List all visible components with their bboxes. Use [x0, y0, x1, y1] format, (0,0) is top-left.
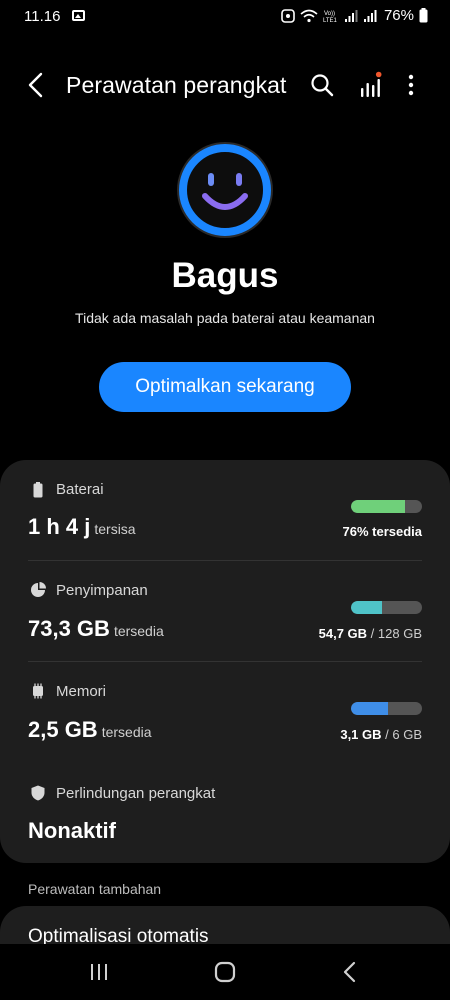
svg-text:Vo)): Vo)): [324, 11, 335, 17]
recent-apps-icon[interactable]: [89, 962, 109, 982]
stats-icon[interactable]: [357, 71, 385, 99]
search-icon[interactable]: [309, 72, 335, 98]
protection-label: Perlindungan perangkat: [56, 785, 216, 802]
memory-chip-icon: [33, 683, 43, 699]
battery-time: 1 h 4 j: [28, 514, 91, 539]
memory-available: 2,5 GB: [28, 717, 98, 742]
pie-chart-icon: [31, 582, 46, 597]
wifi-icon: [300, 9, 318, 22]
battery-row[interactable]: Baterai 1 h 4 j tersisa 76% tersedia: [0, 460, 450, 560]
status-description: Tidak ada masalah pada baterai atau keam…: [75, 310, 375, 326]
storage-detail: 54,7 GB / 128 GB: [319, 626, 422, 641]
storage-unit: tersedia: [113, 623, 164, 639]
storage-label: Penyimpanan: [56, 582, 148, 599]
protection-value: Nonaktif: [28, 818, 116, 843]
device-protection-row[interactable]: Perlindungan perangkat Nonaktif: [0, 763, 450, 863]
memory-progress-fill: [351, 702, 388, 715]
storage-row[interactable]: Penyimpanan 73,3 GB tersedia 54,7 GB / 12…: [0, 561, 450, 661]
app-bar: Perawatan perangkat: [0, 60, 450, 110]
more-options-icon[interactable]: [400, 72, 422, 98]
battery-unit: tersisa: [94, 521, 136, 537]
signal-sim2-icon: [363, 9, 377, 22]
svg-text:LTE1: LTE1: [323, 18, 338, 23]
nav-back-icon[interactable]: [340, 961, 360, 983]
storage-sep: /: [367, 626, 378, 641]
memory-detail: 3,1 GB / 6 GB: [340, 727, 422, 742]
battery-icon: [33, 482, 43, 498]
shield-icon: [31, 785, 45, 801]
status-heading: Bagus: [171, 256, 279, 295]
gallery-notification-icon: [72, 10, 85, 21]
memory-label: Memori: [56, 683, 107, 700]
battery-detail: 76% tersedia: [342, 524, 423, 539]
memory-row[interactable]: Memori 2,5 GB tersedia 3,1 GB / 6 GB: [0, 662, 450, 762]
battery-progress-bar: [351, 500, 422, 513]
status-icons: Vo)) LTE1 76%: [281, 7, 428, 24]
volte-icon: Vo)) LTE1: [323, 11, 338, 23]
storage-progress-bar: [351, 601, 422, 614]
status-bar: 11.16 Vo)) LTE1 76%: [0, 0, 450, 34]
page-title: Perawatan perangkat: [66, 72, 287, 98]
storage-used: 54,7 GB: [318, 626, 368, 641]
device-care-card: Baterai 1 h 4 j tersisa 76% tersedia Peny…: [0, 460, 450, 863]
data-saver-icon: [281, 8, 295, 23]
smiley-face-icon: [177, 142, 273, 238]
battery-value: 1 h 4 j tersisa: [28, 514, 136, 540]
storage-value: 73,3 GB tersedia: [28, 616, 164, 642]
storage-total: 128 GB: [377, 626, 422, 641]
battery-icon: [419, 8, 428, 23]
battery-progress-fill: [351, 500, 405, 513]
memory-used: 3,1 GB: [340, 727, 382, 742]
memory-sep: /: [381, 727, 393, 742]
section-label-additional-care: Perawatan tambahan: [28, 881, 162, 897]
navigation-bar: [0, 944, 450, 1000]
notification-dot: [375, 71, 382, 78]
memory-progress-bar: [351, 702, 422, 715]
back-arrow-icon[interactable]: [22, 70, 52, 100]
memory-value: 2,5 GB tersedia: [28, 717, 152, 743]
home-icon[interactable]: [214, 961, 236, 983]
storage-available: 73,3 GB: [28, 616, 110, 641]
memory-unit: tersedia: [101, 724, 152, 740]
memory-total: 6 GB: [392, 727, 422, 742]
storage-progress-fill: [351, 601, 382, 614]
optimize-now-button[interactable]: Optimalkan sekarang: [99, 362, 351, 412]
signal-sim1-icon: [344, 9, 358, 22]
battery-percent: 76%: [383, 7, 414, 24]
battery-label: Baterai: [56, 481, 104, 498]
status-time: 11.16: [24, 8, 61, 25]
